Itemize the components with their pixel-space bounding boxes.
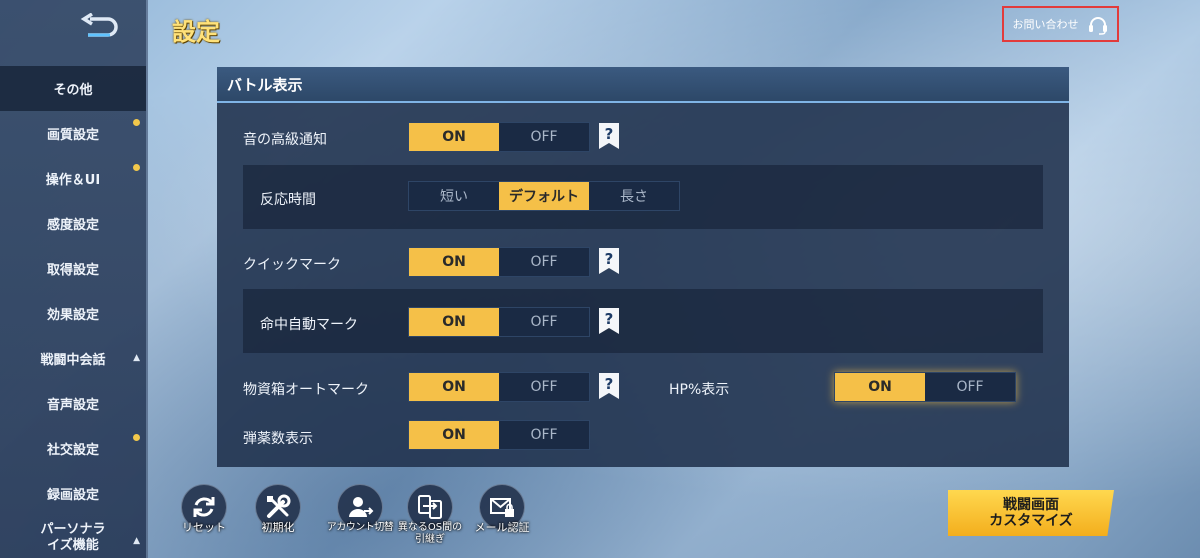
sidebar-item-label: 録画設定: [46, 488, 99, 503]
headset-icon: [1088, 17, 1107, 35]
sidebar-item-label: パーソナラ イズ機能: [40, 522, 105, 554]
battle-ui-customize-button[interactable]: 戦闘画面 カスタマイズ: [948, 490, 1114, 536]
page-title: 設定: [172, 18, 220, 46]
ammo-count-on[interactable]: ON: [409, 421, 499, 449]
hit-auto-mark-toggle: ON OFF: [408, 307, 590, 337]
expand-triangle-icon: ▲: [133, 536, 140, 546]
label-line2: イズ機能: [47, 538, 99, 553]
quick-mark-label: クイックマーク: [243, 257, 341, 273]
sidebar-item-label: 操作＆UI: [45, 173, 101, 188]
svg-text:?: ?: [605, 375, 614, 393]
expand-triangle-icon: ▲: [133, 353, 140, 363]
sidebar-item-effects[interactable]: 効果設定: [0, 291, 146, 336]
sidebar-item-label: その他: [53, 83, 93, 98]
sidebar-item-pickup[interactable]: 取得設定: [0, 246, 146, 291]
quick-mark-off[interactable]: OFF: [499, 248, 589, 276]
hit-auto-mark-label: 命中自動マーク: [260, 317, 358, 333]
refresh-icon: [193, 497, 215, 517]
sidebar-item-sensitivity[interactable]: 感度設定: [0, 201, 146, 246]
help-icon[interactable]: ?: [599, 308, 619, 334]
notification-dot: [133, 164, 140, 171]
reaction-long[interactable]: 長さ: [589, 182, 679, 210]
sound-notify-toggle: ON OFF: [408, 122, 590, 152]
panel-header: バトル表示: [217, 67, 1069, 103]
sidebar-item-controls[interactable]: 操作＆UI: [0, 156, 146, 201]
help-icon[interactable]: ?: [599, 373, 619, 399]
reset-label: リセット: [182, 521, 226, 534]
sidebar-item-audio[interactable]: 音声設定: [0, 381, 146, 426]
account-switch-label: アカウント切替: [326, 522, 394, 533]
sidebar-item-social[interactable]: 社交設定: [0, 426, 146, 471]
supply-box-mark-toggle: ON OFF: [408, 372, 590, 402]
mail-verify-label: メール認証: [474, 521, 530, 534]
sidebar-item-label: 効果設定: [46, 308, 99, 323]
hit-auto-mark-on[interactable]: ON: [409, 308, 499, 336]
sound-notify-on[interactable]: ON: [409, 123, 499, 151]
os-transfer-button[interactable]: 異なるOS間の 引継ぎ: [392, 484, 468, 546]
hit-auto-mark-off[interactable]: OFF: [499, 308, 589, 336]
hp-percent-off[interactable]: OFF: [925, 373, 1015, 401]
ammo-count-label: 弾薬数表示: [243, 431, 313, 447]
mail-lock-icon: [490, 498, 514, 517]
sidebar-item-label: 社交設定: [46, 443, 99, 458]
reaction-time-label: 反応時間: [260, 192, 316, 208]
supply-box-mark-label: 物資箱オートマーク: [243, 382, 369, 398]
customize-line1: 戦闘画面: [1003, 497, 1059, 513]
help-icon[interactable]: ?: [599, 123, 619, 149]
notification-dot: [133, 434, 140, 441]
reaction-short[interactable]: 短い: [409, 182, 499, 210]
contact-button[interactable]: お問い合わせ: [1002, 6, 1119, 42]
sound-notify-off[interactable]: OFF: [499, 123, 589, 151]
sound-notify-label: 音の高級通知: [243, 132, 327, 148]
mail-verify-button[interactable]: メール認証: [468, 484, 536, 534]
sidebar-item-label: 取得設定: [46, 263, 99, 278]
reaction-time-selector: 短い デフォルト 長さ: [408, 181, 680, 211]
customize-label: 戦闘画面 カスタマイズ: [989, 497, 1073, 529]
tools-icon: [267, 494, 291, 518]
sidebar-item-personalize[interactable]: パーソナラ イズ機能 ▲: [0, 516, 146, 558]
account-switch-button[interactable]: アカウント切替: [322, 484, 398, 534]
sidebar-item-label: 音声設定: [46, 398, 99, 413]
reset-button[interactable]: リセット: [174, 484, 234, 534]
supply-box-mark-on[interactable]: ON: [409, 373, 499, 401]
hp-percent-on[interactable]: ON: [835, 373, 925, 401]
sidebar-item-recording[interactable]: 録画設定: [0, 471, 146, 516]
back-arrow-icon: [80, 13, 118, 37]
hp-percent-label: HP%表示: [669, 382, 730, 398]
back-button[interactable]: [76, 10, 124, 46]
hit-auto-mark-row: [243, 289, 1043, 353]
reaction-default[interactable]: デフォルト: [499, 182, 589, 210]
notification-dot: [133, 119, 140, 126]
battle-display-panel: バトル表示 音の高級通知 ON OFF ? 反応時間 短い デフォルト 長さ ク…: [217, 67, 1069, 467]
sidebar-item-graphics[interactable]: 画質設定: [0, 111, 146, 156]
hp-percent-toggle: ON OFF: [834, 372, 1016, 402]
svg-text:?: ?: [605, 250, 614, 268]
ammo-count-toggle: ON OFF: [408, 420, 590, 450]
sidebar-item-label: 戦闘中会話: [40, 353, 106, 368]
os-transfer-label: 異なるOS間の 引継ぎ: [392, 522, 468, 546]
sidebar-item-other[interactable]: その他: [0, 66, 146, 111]
ammo-count-off[interactable]: OFF: [499, 421, 589, 449]
transfer-line2: 引継ぎ: [415, 534, 445, 545]
transfer-line1: 異なるOS間の: [397, 522, 463, 533]
customize-line2: カスタマイズ: [989, 513, 1073, 529]
device-transfer-icon: [418, 495, 442, 519]
sidebar-item-label: 感度設定: [46, 218, 99, 233]
label-line1: パーソナラ: [40, 522, 106, 537]
quick-mark-on[interactable]: ON: [409, 248, 499, 276]
help-icon[interactable]: ?: [599, 248, 619, 274]
sidebar-item-label: 画質設定: [46, 128, 99, 143]
user-swap-icon: [349, 497, 374, 517]
sidebar-item-battle-chat[interactable]: 戦闘中会話 ▲: [0, 336, 146, 381]
supply-box-mark-off[interactable]: OFF: [499, 373, 589, 401]
sidebar-menu: その他 画質設定 操作＆UI 感度設定 取得設定 効果設定 戦闘中会話 ▲ 音声…: [0, 66, 146, 558]
svg-text:?: ?: [605, 310, 614, 328]
initialize-label: 初期化: [261, 521, 295, 534]
initialize-button[interactable]: 初期化: [248, 484, 308, 534]
sidebar: その他 画質設定 操作＆UI 感度設定 取得設定 効果設定 戦闘中会話 ▲ 音声…: [0, 0, 148, 558]
quick-mark-toggle: ON OFF: [408, 247, 590, 277]
svg-text:?: ?: [605, 125, 614, 143]
contact-label: お問い合わせ: [1012, 18, 1079, 31]
